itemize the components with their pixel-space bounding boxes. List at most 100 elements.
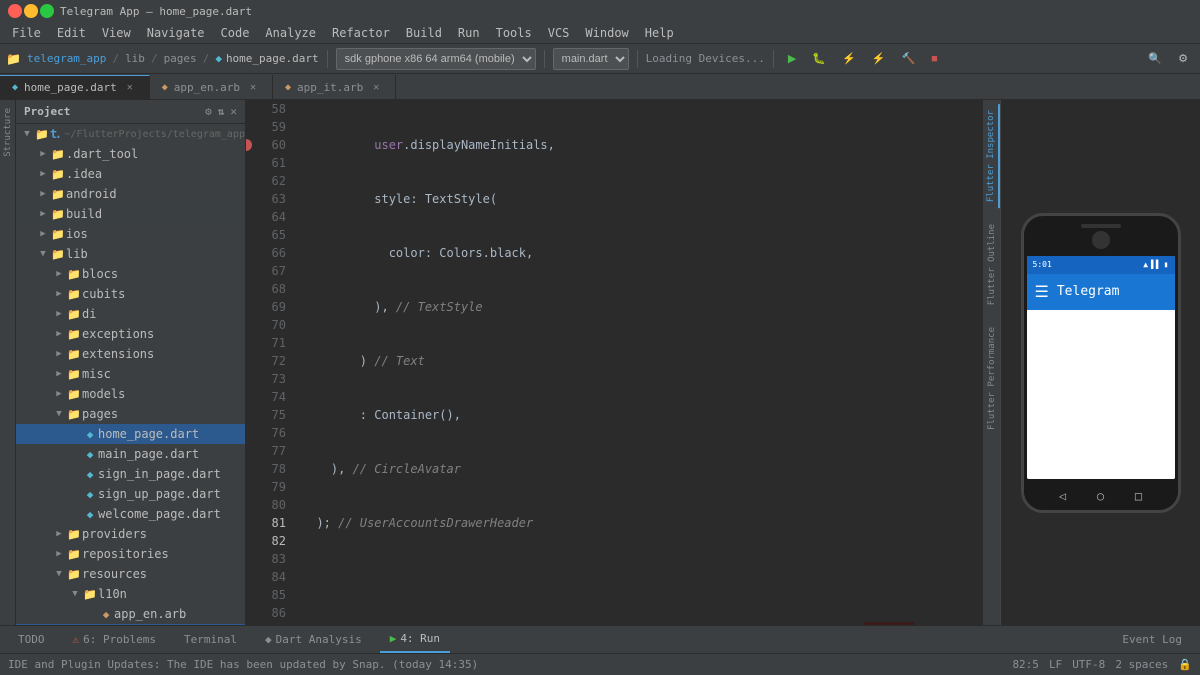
code-viewport[interactable]: 58 59 60 61 62 63 64 65 66 67 68 69 70 7… <box>246 100 982 625</box>
menu-file[interactable]: File <box>4 22 49 43</box>
tree-lib[interactable]: ▼ 📁 lib <box>16 244 245 264</box>
position-indicator[interactable]: 82:5 <box>1012 658 1039 671</box>
bottom-tab-event-log[interactable]: Event Log <box>1112 627 1192 653</box>
tab-app-it-label: app_it.arb <box>297 81 363 94</box>
menu-view[interactable]: View <box>94 22 139 43</box>
tree-l10n[interactable]: ▼ 📁 l10n <box>16 584 245 604</box>
tree-idea[interactable]: ▶ 📁 .idea <box>16 164 245 184</box>
device-selector[interactable]: sdk gphone x86 64 arm64 (mobile) <box>336 48 536 70</box>
tab-app-en-arb[interactable]: ◆ app_en.arb ✕ <box>150 75 273 99</box>
flutter-inspector-tab[interactable]: Flutter Inspector <box>984 104 1000 208</box>
tree-di[interactable]: ▶ 📁 di <box>16 304 245 324</box>
tree-sign-in[interactable]: ◆ sign_in_page.dart <box>16 464 245 484</box>
close-button[interactable] <box>8 4 22 18</box>
structure-tab[interactable]: Structure <box>1 104 15 161</box>
bottom-tab-run[interactable]: ▶ 4: Run <box>380 627 450 653</box>
home-nav-btn[interactable]: ○ <box>1097 489 1104 503</box>
back-nav-btn[interactable]: ◁ <box>1059 489 1066 503</box>
tree-models[interactable]: ▶ 📁 models <box>16 384 245 404</box>
tree-misc[interactable]: ▶ 📁 misc <box>16 364 245 384</box>
tab-app-it-close[interactable]: ✕ <box>369 80 383 94</box>
encoding[interactable]: UTF-8 <box>1072 658 1105 671</box>
tree-dart-tool[interactable]: ▶ 📁 .dart_tool <box>16 144 245 164</box>
menu-refactor[interactable]: Refactor <box>324 22 398 43</box>
root-folder-icon: 📁 <box>34 128 50 141</box>
app-en-icon: ◆ <box>98 608 114 621</box>
tree-blocs[interactable]: ▶ 📁 blocs <box>16 264 245 284</box>
maximize-button[interactable] <box>40 4 54 18</box>
main-page-icon: ◆ <box>82 448 98 461</box>
breadcrumb-file[interactable]: home_page.dart <box>226 52 319 65</box>
tree-resources[interactable]: ▼ 📁 resources <box>16 564 245 584</box>
bottom-tab-dart-analysis[interactable]: ◆ Dart Analysis <box>255 627 372 653</box>
recent-nav-btn[interactable]: □ <box>1135 489 1142 503</box>
window-controls[interactable] <box>8 4 54 18</box>
minimize-button[interactable] <box>24 4 38 18</box>
menu-run[interactable]: Run <box>450 22 488 43</box>
panel-header-icons: ⚙ ⇅ ✕ <box>205 105 237 118</box>
tree-extensions[interactable]: ▶ 📁 extensions <box>16 344 245 364</box>
tab-home-page[interactable]: ◆ home_page.dart ✕ <box>0 75 150 99</box>
tree-root[interactable]: ▼ 📁 telegram_app ~/FlutterProjects/teleg… <box>16 124 245 144</box>
menu-navigate[interactable]: Navigate <box>139 22 213 43</box>
panel-settings-icon[interactable]: ⚙ <box>205 105 212 118</box>
tree-providers[interactable]: ▶ 📁 providers <box>16 524 245 544</box>
menu-window[interactable]: Window <box>577 22 636 43</box>
tree-ios[interactable]: ▶ 📁 ios <box>16 224 245 244</box>
profile-button[interactable]: ⚡ <box>836 50 862 67</box>
menu-tools[interactable]: Tools <box>488 22 540 43</box>
flutter-performance-tab[interactable]: Flutter Performance <box>985 321 999 436</box>
line-74: 74 <box>246 388 286 406</box>
phone-nav-bar: ◁ ○ □ <box>1024 482 1178 510</box>
repositories-icon: 📁 <box>66 548 82 561</box>
repositories-label: repositories <box>82 547 169 561</box>
menu-build[interactable]: Build <box>398 22 450 43</box>
code-line-67: Widget _logoutButton(BuildContext contex… <box>302 622 974 625</box>
tree-repositories[interactable]: ▶ 📁 repositories <box>16 544 245 564</box>
bottom-tab-problems[interactable]: ⚠ 6: Problems <box>63 627 166 653</box>
menu-analyze[interactable]: Analyze <box>257 22 324 43</box>
build-button[interactable]: 🔨 <box>895 50 921 67</box>
bottom-tab-todo[interactable]: TODO <box>8 627 55 653</box>
tab-app-en-close[interactable]: ✕ <box>246 80 260 94</box>
run-config-selector[interactable]: main.dart <box>553 48 629 70</box>
tree-sign-up[interactable]: ◆ sign_up_page.dart <box>16 484 245 504</box>
menu-vcs[interactable]: VCS <box>540 22 578 43</box>
stop-button[interactable]: ■ <box>925 51 944 67</box>
search-everywhere-button[interactable]: 🔍 <box>1142 50 1168 67</box>
breadcrumb-lib[interactable]: lib <box>125 52 145 65</box>
tab-app-en-label: app_en.arb <box>174 81 240 94</box>
code-editor: 58 59 60 61 62 63 64 65 66 67 68 69 70 7… <box>246 100 982 625</box>
run-button[interactable]: ▶ <box>782 50 802 67</box>
bottom-tab-terminal[interactable]: Terminal <box>174 627 247 653</box>
tree-android[interactable]: ▶ 📁 android <box>16 184 245 204</box>
code-text[interactable]: user.displayNameInitials, style: TextSty… <box>294 100 982 625</box>
tree-exceptions[interactable]: ▶ 📁 exceptions <box>16 324 245 344</box>
tab-home-page-close[interactable]: ✕ <box>123 81 137 95</box>
debug-button[interactable]: 🐛 <box>806 50 832 67</box>
settings-button[interactable]: ⚙ <box>1172 50 1194 67</box>
line-81: 81 <box>246 514 286 532</box>
android-arrow: ▶ <box>36 189 50 199</box>
tab-app-it-arb[interactable]: ◆ app_it.arb ✕ <box>273 75 396 99</box>
line-ending[interactable]: LF <box>1049 658 1062 671</box>
flutter-outline-tab[interactable]: Flutter Outline <box>985 218 999 311</box>
panel-expand-icon[interactable]: ⇅ <box>218 105 225 118</box>
tree-build[interactable]: ▶ 📁 build <box>16 204 245 224</box>
tree-cubits[interactable]: ▶ 📁 cubits <box>16 284 245 304</box>
menu-edit[interactable]: Edit <box>49 22 94 43</box>
tree-app-en[interactable]: ◆ app_en.arb <box>16 604 245 624</box>
breadcrumb-project[interactable]: telegram_app <box>27 52 106 65</box>
tree-welcome[interactable]: ◆ welcome_page.dart <box>16 504 245 524</box>
tree-pages[interactable]: ▼ 📁 pages <box>16 404 245 424</box>
menu-help[interactable]: Help <box>637 22 682 43</box>
tree-main-page[interactable]: ◆ main_page.dart <box>16 444 245 464</box>
resources-label: resources <box>82 567 147 581</box>
indent-size[interactable]: 2 spaces <box>1115 658 1168 671</box>
breadcrumb-pages[interactable]: pages <box>164 52 197 65</box>
panel-close-icon[interactable]: ✕ <box>230 105 237 118</box>
dart-file-icon: ◆ <box>12 82 18 93</box>
hot-reload-button[interactable]: ⚡ <box>866 50 892 67</box>
menu-code[interactable]: Code <box>213 22 258 43</box>
tree-home-page[interactable]: ◆ home_page.dart <box>16 424 245 444</box>
